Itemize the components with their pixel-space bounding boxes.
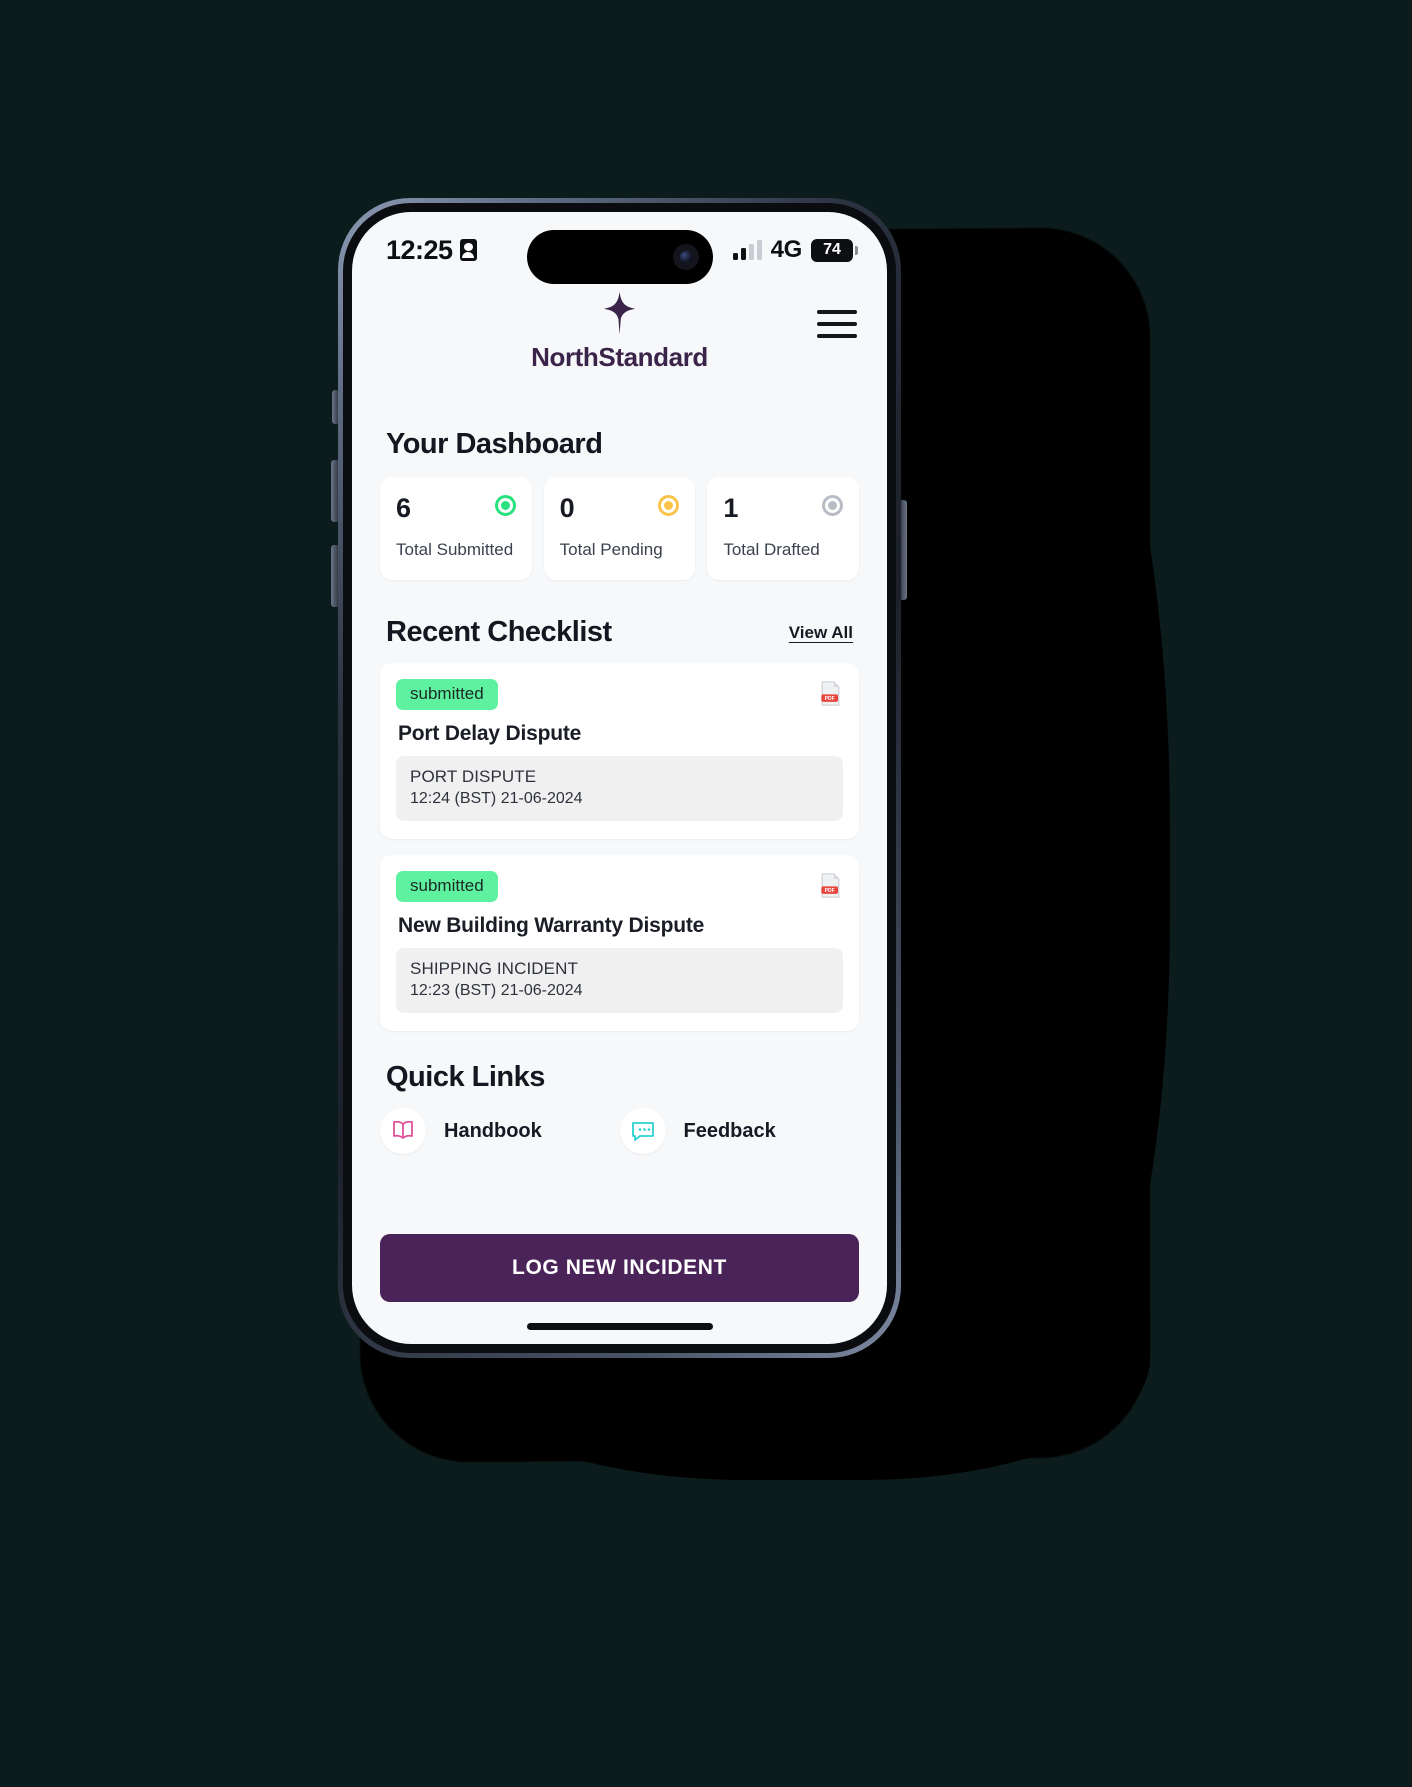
stat-card-top: 1 xyxy=(723,493,844,523)
checklist-timestamp: 12:23 (BST) 21-06-2024 xyxy=(410,982,583,999)
phone-bezel: 12:25 4G 74 NorthStandard Your Dashboard… xyxy=(343,203,896,1353)
main-content: Your Dashboard 6 Total Submitted 0 Total… xyxy=(352,428,887,1154)
brand-name: NorthStandard xyxy=(531,342,708,372)
recent-checklist-header: Recent Checklist View All xyxy=(386,616,853,649)
view-all-link[interactable]: View All xyxy=(789,623,853,643)
status-dot-drafted xyxy=(822,495,844,516)
quick-link-label: Feedback xyxy=(683,1119,776,1142)
quick-links-row: Handbook Feedback xyxy=(380,1108,859,1154)
recent-checklist-title: Recent Checklist xyxy=(386,616,612,648)
stats-row: 6 Total Submitted 0 Total Pending 1 Tota… xyxy=(380,477,860,580)
stat-card-pending[interactable]: 0 Total Pending xyxy=(543,477,696,580)
stat-label: Total Submitted xyxy=(396,540,514,559)
phone-device-frame: 12:25 4G 74 NorthStandard Your Dashboard… xyxy=(338,198,901,1358)
front-camera-icon xyxy=(672,244,699,270)
checklist-title: Port Delay Dispute xyxy=(398,722,582,745)
status-bar-time-group: 12:25 xyxy=(386,235,477,266)
status-bar-time: 12:25 xyxy=(386,234,453,265)
stat-card-top: 0 xyxy=(560,495,680,522)
battery-percent-label: 74 xyxy=(823,241,841,258)
network-type-label: 4G xyxy=(770,236,803,263)
status-bar: 12:25 4G 74 xyxy=(352,212,887,284)
northstandard-star-logo xyxy=(603,291,636,335)
checklist-card[interactable]: submitted PDF Port Delay Dispute PORT DI… xyxy=(380,663,859,839)
checklist-type: SHIPPING INCIDENT xyxy=(410,959,578,978)
checklist-meta: PORT DISPUTE 12:24 (BST) 21-06-2024 xyxy=(396,756,843,821)
quick-link-handbook[interactable]: Handbook xyxy=(380,1108,620,1154)
cta-container: LOG NEW INCIDENT xyxy=(352,1234,887,1302)
stat-label: Total Pending xyxy=(559,540,663,559)
status-bar-indicators: 4G 74 xyxy=(732,236,858,264)
pdf-file-icon[interactable]: PDF xyxy=(820,681,841,706)
battery-icon: 74 xyxy=(811,238,858,262)
dashboard-title: Your Dashboard xyxy=(386,428,603,460)
home-indicator[interactable] xyxy=(526,1323,713,1330)
status-badge: submitted xyxy=(396,871,498,902)
quick-link-label: Handbook xyxy=(444,1119,542,1142)
open-book-icon xyxy=(380,1108,426,1154)
quick-links-title: Quick Links xyxy=(386,1061,545,1093)
checklist-title: New Building Warranty Dispute xyxy=(398,914,705,937)
hamburger-menu-icon[interactable] xyxy=(817,310,857,338)
phone-screen: 12:25 4G 74 NorthStandard Your Dashboard… xyxy=(352,212,887,1344)
svg-text:PDF: PDF xyxy=(825,888,835,894)
cellular-signal-icon xyxy=(732,240,762,260)
status-badge: submitted xyxy=(396,679,498,710)
stat-value: 6 xyxy=(396,493,412,523)
screenshot-canvas: 12:25 4G 74 NorthStandard Your Dashboard… xyxy=(0,0,1412,1787)
stat-value: 1 xyxy=(723,493,739,523)
log-new-incident-button[interactable]: LOG NEW INCIDENT xyxy=(380,1234,859,1302)
status-dot-pending xyxy=(658,495,680,516)
chat-bubble-icon xyxy=(619,1108,666,1154)
stat-card-top: 6 xyxy=(396,495,516,522)
phone-drop-shadow-right xyxy=(900,300,1170,1400)
brand-block: NorthStandard xyxy=(531,290,708,373)
stat-card-submitted[interactable]: 6 Total Submitted xyxy=(380,477,532,580)
stat-label: Total Drafted xyxy=(723,540,820,559)
quick-link-feedback[interactable]: Feedback xyxy=(619,1108,860,1154)
stat-value: 0 xyxy=(559,493,575,523)
pdf-file-icon[interactable]: PDF xyxy=(820,873,841,898)
checklist-meta: SHIPPING INCIDENT 12:23 (BST) 21-06-2024 xyxy=(396,948,843,1013)
svg-text:PDF: PDF xyxy=(825,696,835,702)
status-dot-submitted xyxy=(494,495,516,516)
checklist-timestamp: 12:24 (BST) 21-06-2024 xyxy=(410,790,583,807)
checklist-type: PORT DISPUTE xyxy=(410,767,537,786)
lock-portrait-icon xyxy=(459,239,477,261)
stat-card-drafted[interactable]: 1 Total Drafted xyxy=(707,477,860,580)
checklist-card[interactable]: submitted PDF New Building Warranty Disp… xyxy=(380,855,859,1031)
app-header: NorthStandard xyxy=(352,274,887,394)
